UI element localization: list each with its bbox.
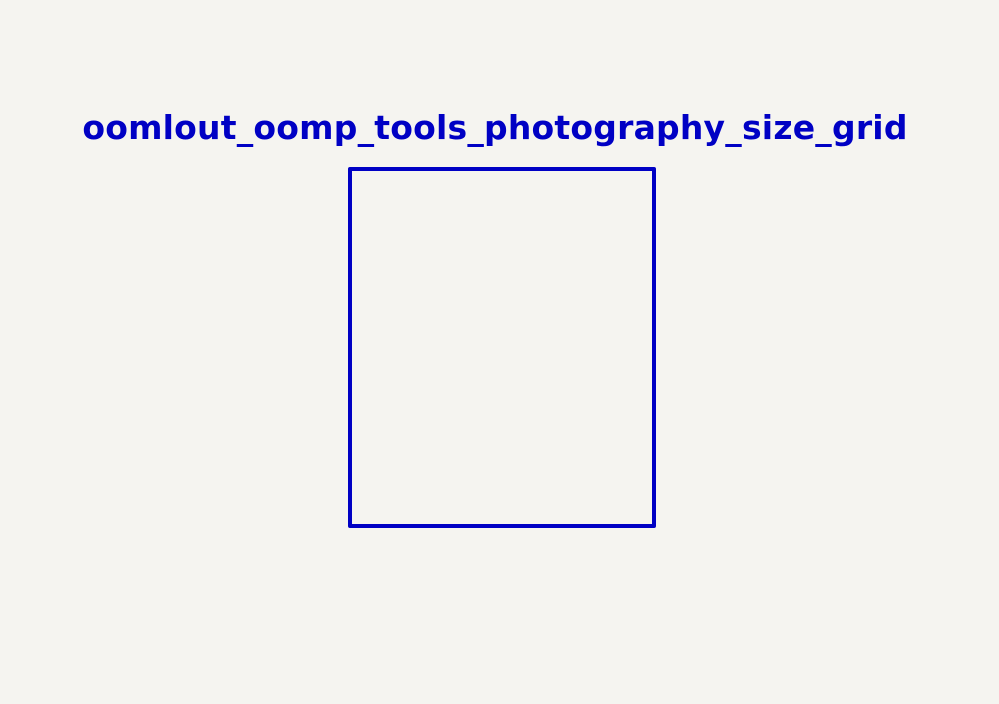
symbol-title: oomlout_oomp_tools_photography_size_grid: [82, 108, 908, 147]
schematic-canvas: oomlout_oomp_tools_photography_size_grid: [0, 0, 999, 704]
symbol-body-rectangle: [348, 167, 656, 528]
